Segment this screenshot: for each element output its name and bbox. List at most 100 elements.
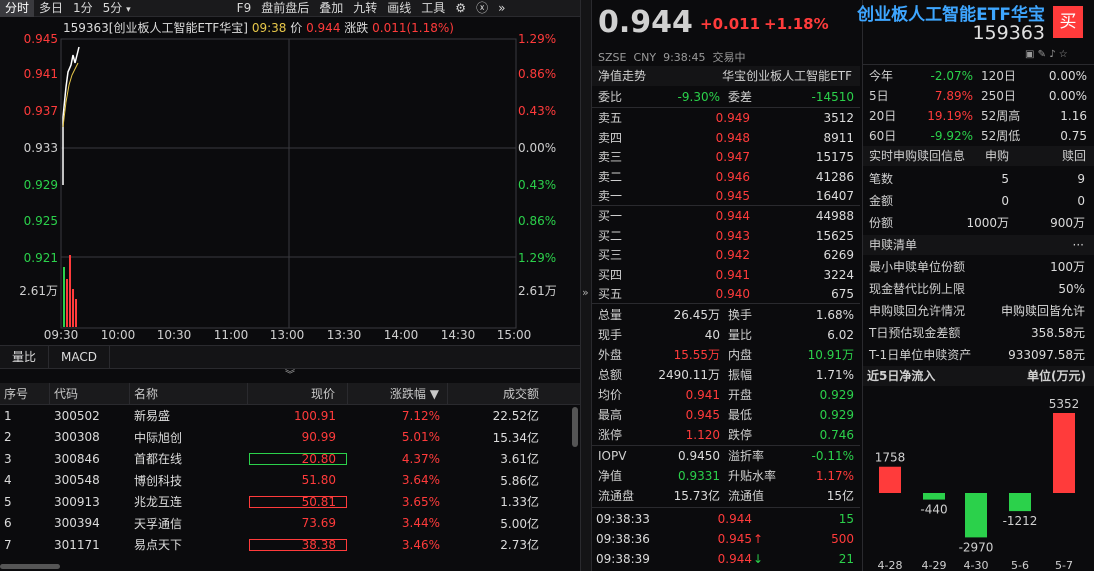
weibi-label: 委比 — [598, 90, 623, 104]
draw-button[interactable]: 画线 — [382, 0, 416, 17]
ask-label: 卖五 — [598, 111, 623, 125]
row-price: 100.91 — [294, 408, 336, 423]
flow-unit: 单位(万元) — [1027, 369, 1086, 383]
time-tick: 09:30 — [44, 328, 79, 342]
row-code: 300502 — [54, 408, 100, 423]
perf-label: 250日 — [981, 89, 1016, 103]
share-icon[interactable]: ▣ — [1025, 49, 1034, 60]
panel-divider[interactable]: » — [580, 0, 592, 571]
stat-value: 40 — [704, 328, 720, 342]
nav-header[interactable]: 净值走势 华宝创业板人工智能ETF — [592, 66, 860, 86]
row-name: 首都在线 — [134, 452, 183, 467]
stat-value: 0.945 — [685, 408, 720, 422]
sglist-value: 933097.58元 — [1008, 348, 1085, 362]
settings-icon[interactable]: ⚙ — [450, 0, 471, 17]
expand-icon[interactable]: » — [493, 0, 510, 17]
edit-icon[interactable]: ✎ — [1038, 49, 1046, 60]
info-panel: 创业板人工智能ETF华宝 159363 买 ▣ ✎ ♪ ☆ 今年 -2.07% 12… — [857, 0, 1094, 571]
col-amount[interactable]: 成交额 — [448, 383, 545, 405]
col-change[interactable]: 涨跌幅 ▼ — [348, 382, 448, 405]
iopv-label: IOPV — [598, 449, 627, 463]
ask-label: 卖一 — [598, 189, 623, 203]
stat-label: 最低 — [728, 408, 753, 422]
tools-button[interactable]: 工具 — [416, 0, 450, 17]
flow-bar — [1009, 493, 1031, 512]
expand-arrow-icon[interactable]: » — [582, 286, 589, 299]
bid-volume: 675 — [831, 287, 854, 301]
chart-canvas[interactable]: 0.945 0.941 0.937 0.933 0.929 0.925 0.921 1.29… — [0, 17, 580, 343]
sglist-label: 最小申赎单位份额 — [869, 260, 966, 274]
sg-value: 1000万 — [966, 216, 1009, 230]
premarket-button[interactable]: 盘前盘后 — [256, 0, 314, 17]
sglist-label: 现金替代比例上限 — [869, 282, 966, 296]
nine-turn-button[interactable]: 九转 — [348, 0, 382, 17]
tab-5min[interactable]: 5分 ▾ — [98, 0, 136, 17]
buy-button[interactable]: 买 — [1053, 6, 1083, 38]
tab-1min[interactable]: 1分 — [68, 0, 98, 17]
star-icon[interactable]: ☆ — [1059, 49, 1068, 60]
col-seq[interactable]: 序号 — [0, 382, 50, 405]
scrollbar[interactable] — [572, 407, 578, 447]
sglist-value: 申购赎回皆允许 — [1000, 304, 1085, 318]
row-seq: 7 — [4, 537, 12, 552]
pct-tick: 0.86% — [518, 214, 556, 228]
perf-label: 5日 — [869, 89, 889, 103]
bid-label: 买五 — [598, 287, 623, 301]
tab-multiday[interactable]: 多日 — [34, 0, 68, 17]
table-row[interactable]: 6 300394 天孚通信 73.69 3.44% 5.00亿 — [0, 513, 580, 535]
tab-intraday[interactable]: 分时 — [0, 0, 35, 17]
pct-tick: 0.43% — [518, 104, 556, 118]
ask-volume: 16407 — [815, 189, 854, 203]
table-row[interactable]: 7 301171 易点天下 38.38 3.46% 2.73亿 — [0, 534, 580, 556]
row-change: 3.44% — [401, 516, 440, 531]
close-icon[interactable]: ⓧ — [471, 0, 493, 17]
sg-label: 笔数 — [869, 172, 894, 186]
perf-value: 19.19% — [927, 109, 973, 123]
table-row[interactable]: 1 300502 新易盛 100.91 7.12% 22.52亿 — [0, 405, 580, 427]
price-tick: 0.941 — [24, 67, 58, 81]
sg-value: 0 — [1001, 194, 1009, 208]
row-seq: 6 — [4, 516, 12, 531]
row-seq: 3 — [4, 451, 12, 466]
collapse-handle[interactable]: ︾ — [0, 369, 580, 382]
sglist-label: 申购赎回允许情况 — [869, 304, 966, 318]
table-row[interactable]: 2 300308 中际旭创 90.99 5.01% 15.34亿 — [0, 427, 580, 449]
col-price[interactable]: 现价 — [248, 382, 348, 405]
flow-header: 近5日净流入 单位(万元) — [863, 366, 1094, 386]
overlay-button[interactable]: 叠加 — [314, 0, 348, 17]
row-seq: 2 — [4, 430, 12, 445]
table-row[interactable]: 5 300913 兆龙互连 50.81 3.65% 1.33亿 — [0, 491, 580, 513]
more-icon[interactable]: ··· — [1073, 235, 1084, 255]
tab-macd[interactable]: MACD — [49, 346, 110, 368]
stat-value: 0.941 — [685, 388, 720, 402]
h-scrollbar[interactable] — [0, 564, 60, 569]
ask-label: 卖四 — [598, 130, 623, 145]
perf-label: 60日 — [869, 129, 897, 143]
weicha-label: 委差 — [728, 90, 753, 104]
nav-name: 华宝创业板人工智能ETF — [722, 69, 852, 83]
sglist-title: 申赎清单 — [869, 238, 918, 252]
stat-label: 总额 — [598, 368, 623, 382]
stat-label: 外盘 — [598, 348, 623, 362]
ask-price: 0.948 — [715, 130, 750, 145]
tick-price: 0.944 — [717, 512, 752, 526]
flow-label: -1212 — [1003, 514, 1038, 528]
sglist-value: 100万 — [1050, 260, 1085, 274]
row-seq: 1 — [4, 408, 12, 423]
perf-label: 120日 — [981, 69, 1016, 83]
flow-date: 4-28 — [878, 559, 903, 571]
sg-title: 实时申购赎回信息 — [869, 149, 966, 163]
stat-value: 10.91万 — [807, 348, 854, 362]
bell-icon[interactable]: ♪ — [1049, 49, 1055, 60]
col-code[interactable]: 代码 — [50, 382, 130, 405]
tab-volume-ratio[interactable]: 量比 — [0, 346, 50, 368]
bid-price: 0.940 — [715, 287, 750, 301]
f9-button[interactable]: F9 — [232, 0, 257, 17]
stat-value: 26.45万 — [673, 308, 720, 322]
ask-price: 0.945 — [715, 189, 750, 203]
col-name[interactable]: 名称 — [130, 382, 248, 405]
table-row[interactable]: 3 300846 首都在线 20.80 4.37% 3.61亿 — [0, 448, 580, 470]
table-row[interactable]: 4 300548 博创科技 51.80 3.64% 5.86亿 — [0, 470, 580, 492]
row-change: 3.46% — [401, 537, 440, 552]
flow-date: 5-7 — [1055, 559, 1073, 571]
